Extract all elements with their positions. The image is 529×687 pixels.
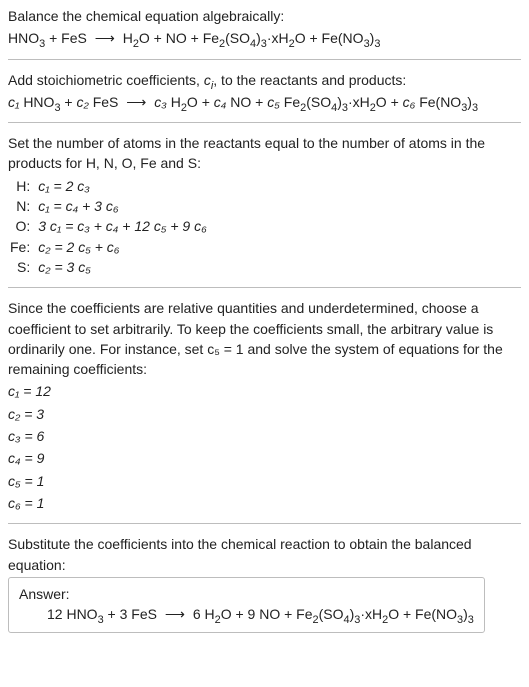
problem-statement: Balance the chemical equation algebraica… — [8, 6, 521, 49]
coeffs-reaction: c₁ HNO3 + c₂ FeS ⟶ c₃ H2O + c₄ NO + c₅ F… — [8, 92, 521, 112]
el-label: N: — [8, 196, 36, 216]
r2: FeS — [93, 94, 119, 110]
reaction-lhs: HNO3 + FeS — [8, 30, 87, 46]
p2: NO — [230, 94, 251, 110]
worked-solution: Balance the chemical equation algebraica… — [0, 0, 529, 643]
p1: H2O — [171, 94, 198, 110]
sol-c1: c₁ = 12 — [8, 381, 521, 401]
c6: c₆ — [403, 94, 416, 110]
coeffs-intro-a: Add stoichiometric coefficients, — [8, 72, 204, 88]
system-intro: Set the number of atoms in the reactants… — [8, 133, 521, 174]
c5: c₅ — [267, 94, 280, 110]
c1: c₁ — [8, 94, 19, 110]
sol-c4: c₄ = 9 — [8, 448, 521, 468]
ci-c: c — [204, 72, 211, 88]
divider-1 — [8, 59, 521, 60]
c2: c₂ — [76, 94, 88, 110]
answer-equation: 12 HNO3 + 3 FeS ⟶ 6 H2O + 9 NO + Fe2(SO4… — [19, 604, 474, 624]
coeffs-intro-b: , to the reactants and products: — [213, 72, 406, 88]
answer-rhs: 6 H2O + 9 NO + Fe2(SO4)3·xH2O + Fe(NO3)3 — [193, 606, 474, 622]
solve-intro: Since the coefficients are relative quan… — [8, 298, 521, 379]
divider-3 — [8, 287, 521, 288]
c4: c₄ — [214, 94, 227, 110]
el-label: S: — [8, 257, 36, 277]
system-table: H: c₁ = 2 c₃ N: c₁ = c₄ + 3 c₆ O: 3 c₁ =… — [8, 176, 209, 277]
ci-symbol: ci — [204, 72, 213, 88]
sol-c5: c₅ = 1 — [8, 471, 521, 491]
final-intro: Substitute the coefficients into the che… — [8, 534, 521, 575]
system-row-S: S: c₂ = 3 c₅ — [8, 257, 209, 277]
el-label: H: — [8, 176, 36, 196]
step-add-coefficients: Add stoichiometric coefficients, ci, to … — [8, 70, 521, 113]
system-row-Fe: Fe: c₂ = 2 c₅ + c₆ — [8, 237, 209, 257]
el-label: O: — [8, 216, 36, 236]
el-eq: 3 c₁ = c₃ + c₄ + 12 c₅ + 9 c₆ — [36, 216, 208, 236]
el-eq: c₁ = c₄ + 3 c₆ — [36, 196, 208, 216]
sol-c2: c₂ = 3 — [8, 404, 521, 424]
divider-4 — [8, 523, 521, 524]
step-final: Substitute the coefficients into the che… — [8, 534, 521, 633]
reaction-rhs: H2O + NO + Fe2(SO4)3·xH2O + Fe(NO3)3 — [123, 30, 381, 46]
el-eq: c₁ = 2 c₃ — [36, 176, 208, 196]
coeffs-arrow: ⟶ — [122, 94, 150, 110]
el-eq: c₂ = 2 c₅ + c₆ — [36, 237, 208, 257]
p3: Fe2(SO4)3·xH2O — [284, 94, 387, 110]
el-eq: c₂ = 3 c₅ — [36, 257, 208, 277]
c3: c₃ — [154, 94, 167, 110]
system-row-O: O: 3 c₁ = c₃ + c₄ + 12 c₅ + 9 c₆ — [8, 216, 209, 236]
step-system: Set the number of atoms in the reactants… — [8, 133, 521, 277]
answer-label: Answer: — [19, 584, 474, 604]
system-row-H: H: c₁ = 2 c₃ — [8, 176, 209, 196]
sol-c6: c₆ = 1 — [8, 493, 521, 513]
reaction-arrow: ⟶ — [91, 30, 119, 46]
problem-reaction: HNO3 + FeS ⟶ H2O + NO + Fe2(SO4)3·xH2O +… — [8, 28, 521, 48]
p4: Fe(NO3)3 — [419, 94, 478, 110]
answer-lhs: 12 HNO3 + 3 FeS — [47, 606, 157, 622]
answer-box: Answer: 12 HNO3 + 3 FeS ⟶ 6 H2O + 9 NO +… — [8, 577, 485, 634]
el-label: Fe: — [8, 237, 36, 257]
r1: HNO3 — [23, 94, 60, 110]
sol-c3: c₃ = 6 — [8, 426, 521, 446]
answer-arrow: ⟶ — [161, 606, 189, 622]
coeffs-intro: Add stoichiometric coefficients, ci, to … — [8, 70, 521, 90]
system-row-N: N: c₁ = c₄ + 3 c₆ — [8, 196, 209, 216]
step-solve: Since the coefficients are relative quan… — [8, 298, 521, 513]
problem-line1: Balance the chemical equation algebraica… — [8, 6, 521, 26]
divider-2 — [8, 122, 521, 123]
